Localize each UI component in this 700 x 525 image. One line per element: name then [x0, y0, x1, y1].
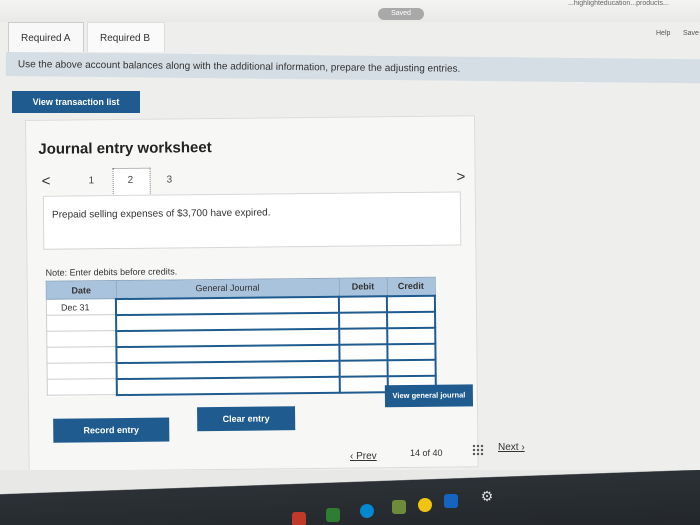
app-icon[interactable]: [292, 512, 306, 525]
debit-field[interactable]: [339, 311, 388, 329]
record-entry-button[interactable]: Record entry: [53, 417, 170, 443]
debit-input[interactable]: [340, 329, 387, 342]
debit-field[interactable]: [339, 343, 388, 361]
debit-input[interactable]: [340, 297, 387, 310]
account-input[interactable]: [117, 345, 339, 361]
debit-input[interactable]: [340, 345, 387, 358]
debit-input[interactable]: [340, 361, 387, 374]
save-link[interactable]: Save: [683, 30, 699, 37]
table-row: [47, 375, 436, 396]
clear-entry-button[interactable]: Clear entry: [197, 406, 296, 432]
prev-label[interactable]: Prev: [356, 451, 377, 462]
app-icon[interactable]: [360, 504, 374, 518]
view-transaction-list-button[interactable]: View transaction list: [12, 91, 140, 113]
credit-input[interactable]: [388, 328, 435, 342]
credit-input[interactable]: [388, 360, 435, 374]
account-input[interactable]: [117, 329, 339, 345]
date-cell[interactable]: Dec 31: [46, 298, 117, 316]
app-icon[interactable]: [326, 508, 340, 522]
credit-field[interactable]: [387, 359, 436, 376]
account-input[interactable]: [117, 297, 339, 313]
prev-question-link[interactable]: ‹ Prev: [350, 451, 377, 462]
word-icon[interactable]: [444, 494, 458, 508]
top-bar: Saved ...highlighteducation...products..…: [0, 0, 700, 22]
credit-field[interactable]: [387, 327, 436, 344]
entry-tab-1[interactable]: 1: [89, 175, 95, 186]
debit-input[interactable]: [340, 377, 387, 390]
date-cell[interactable]: [46, 346, 117, 364]
journal-table: Date General Journal Debit Credit Dec 31: [45, 276, 437, 397]
general-journal-header: General Journal: [115, 278, 340, 299]
date-cell[interactable]: [47, 362, 117, 380]
next-label[interactable]: Next: [498, 442, 519, 453]
date-cell[interactable]: [47, 378, 118, 396]
credit-input[interactable]: [388, 344, 435, 358]
prev-entry-icon[interactable]: <: [42, 173, 51, 190]
entry-tab-2[interactable]: 2: [128, 175, 134, 186]
credit-input[interactable]: [388, 312, 435, 326]
debit-field[interactable]: [339, 375, 388, 393]
debit-field[interactable]: [339, 327, 388, 345]
credit-header: Credit: [386, 277, 435, 296]
credit-field[interactable]: [386, 295, 436, 312]
settings-icon[interactable]: ⚙: [478, 488, 496, 506]
journal-entry-worksheet: Journal entry worksheet < 1 2 3 > Prepai…: [25, 115, 479, 472]
account-input[interactable]: [117, 361, 339, 377]
view-general-journal-button[interactable]: View general journal: [384, 384, 474, 408]
help-link[interactable]: Help: [656, 30, 670, 37]
instruction-banner: Use the above account balances along wit…: [5, 52, 700, 84]
debit-header: Debit: [338, 277, 387, 297]
transaction-description: Prepaid selling expenses of $3,700 have …: [42, 191, 462, 250]
account-input[interactable]: [118, 377, 340, 393]
tab-required-b[interactable]: Required B: [87, 22, 165, 52]
url-fragment: ...highlighteducation...products...: [568, 0, 669, 7]
os-taskbar: [0, 470, 700, 525]
credit-input[interactable]: [387, 296, 435, 310]
account-select[interactable]: [116, 376, 341, 395]
app-icon[interactable]: [392, 500, 406, 514]
debit-field[interactable]: [339, 295, 388, 313]
date-header: Date: [46, 280, 117, 300]
debit-input[interactable]: [340, 313, 387, 326]
credit-field[interactable]: [387, 311, 436, 328]
next-entry-icon[interactable]: >: [457, 168, 466, 185]
date-cell[interactable]: [46, 314, 117, 332]
entry-tab-3[interactable]: 3: [167, 174, 173, 185]
date-cell[interactable]: [46, 330, 117, 348]
credit-field[interactable]: [387, 343, 436, 360]
chrome-icon[interactable]: [418, 498, 432, 512]
saved-badge: Saved: [378, 8, 424, 20]
tab-required-a[interactable]: Required A: [8, 22, 84, 52]
next-question-link[interactable]: Next ›: [498, 442, 525, 453]
debit-field[interactable]: [339, 359, 388, 377]
account-input[interactable]: [117, 313, 339, 329]
question-grid-icon[interactable]: [472, 444, 484, 456]
worksheet-title: Journal entry worksheet: [38, 139, 212, 158]
question-position: 14 of 40: [410, 448, 443, 458]
entry-note: Note: Enter debits before credits.: [45, 266, 178, 278]
